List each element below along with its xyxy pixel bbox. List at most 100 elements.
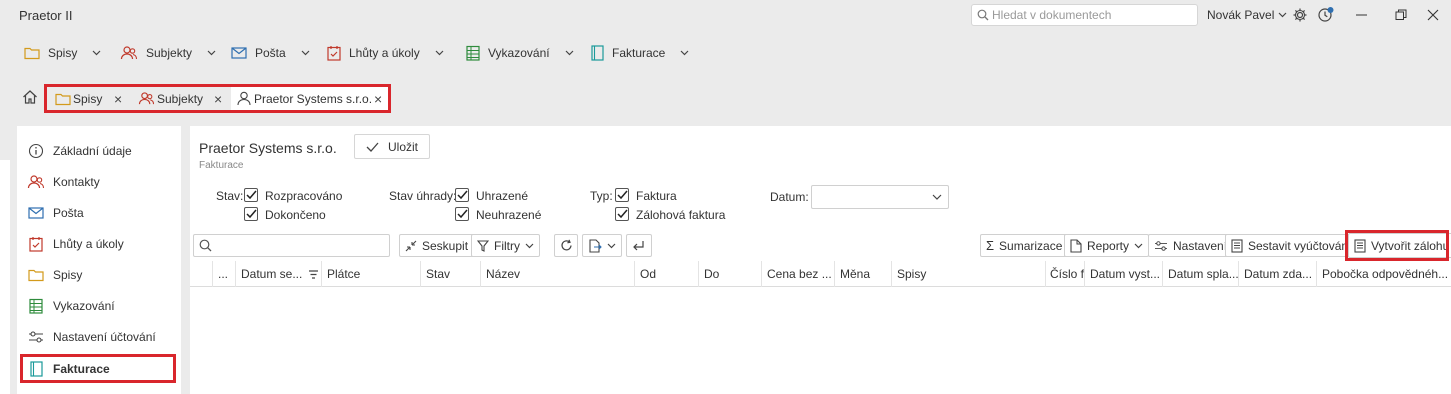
checkbox-faktura-label: Faktura: [636, 189, 677, 203]
sidebar-highlight-box: [20, 354, 176, 383]
filter-stav-label: Stav:: [216, 189, 244, 203]
menu-posta[interactable]: Pošta: [231, 42, 310, 64]
timesheet-icon: [466, 45, 480, 61]
calendar-check-icon: [27, 236, 45, 252]
timesheet-icon: [27, 298, 45, 314]
filters-button[interactable]: Filtry: [471, 234, 540, 257]
left-edge-panel: [0, 160, 10, 394]
info-icon: [27, 143, 45, 159]
sidebar-item-spisy[interactable]: Spisy: [27, 264, 82, 286]
build-billing-button[interactable]: Sestavit vyúčtování: [1225, 234, 1358, 257]
column-header-platce[interactable]: Plátce: [321, 261, 420, 287]
chevron-down-icon: [1134, 243, 1143, 249]
checkbox-rozpracovano[interactable]: [244, 188, 258, 202]
checkbox-zalohova-faktura-label: Zálohová faktura: [636, 208, 726, 222]
column-header-stav[interactable]: Stav: [420, 261, 480, 287]
calendar-check-icon: [327, 45, 341, 61]
restore-button[interactable]: [1388, 4, 1414, 26]
notifications-button[interactable]: [1313, 4, 1339, 26]
export-button[interactable]: [582, 234, 622, 257]
column-header-od[interactable]: Od: [634, 261, 698, 287]
enter-button[interactable]: [626, 234, 652, 257]
app-title: Praetor II: [19, 8, 73, 23]
people-icon: [120, 45, 138, 61]
chevron-down-icon: [435, 50, 444, 56]
column-header-pobocka[interactable]: Pobočka odpovědnéh...: [1316, 261, 1451, 287]
chevron-down-icon: [607, 243, 616, 249]
menu-fakturace[interactable]: Fakturace: [591, 42, 689, 64]
menu-lhuty-a-ukoly[interactable]: Lhůty a úkoly: [327, 42, 444, 64]
checkbox-dokonceno[interactable]: [244, 207, 258, 221]
gear-icon: [1292, 7, 1308, 23]
folder-icon: [24, 46, 40, 60]
settings-gear-button[interactable]: [1287, 4, 1313, 26]
user-menu[interactable]: Novák Pavel: [1207, 8, 1287, 22]
reports-button[interactable]: Reporty: [1064, 234, 1150, 257]
sidebar-item-lhuty-a-ukoly[interactable]: Lhůty a úkoly: [27, 233, 124, 255]
save-button[interactable]: Uložit: [354, 134, 430, 159]
notification-clock-icon: [1317, 6, 1335, 24]
summarize-button[interactable]: Σ Sumarizace: [980, 234, 1069, 257]
sidebar-item-zakladni-udaje[interactable]: Základní údaje: [27, 140, 132, 162]
invoice-icon: [591, 45, 604, 61]
sort-filter-icon[interactable]: [308, 269, 319, 279]
refresh-button[interactable]: [554, 234, 578, 257]
checkbox-zalohova-faktura[interactable]: [615, 207, 629, 221]
column-header-do[interactable]: Do: [698, 261, 761, 287]
restore-icon: [1395, 9, 1407, 21]
column-header-datum-vystaveni[interactable]: Datum vyst...: [1084, 261, 1162, 287]
checkbox-faktura[interactable]: [615, 188, 629, 202]
main-menu-bar: Spisy Subjekty Pošta Lhůty a úkoly Vykaz…: [0, 36, 1451, 68]
filter-icon: [477, 239, 489, 252]
sidebar-item-vykazovani[interactable]: Vykazování: [27, 295, 115, 317]
menu-subjekty[interactable]: Subjekty: [120, 42, 216, 64]
home-icon: [22, 89, 38, 105]
settings-button[interactable]: Nastavení: [1148, 234, 1234, 257]
close-window-button[interactable]: [1420, 4, 1446, 26]
document-search-box[interactable]: [971, 4, 1198, 26]
menu-spisy[interactable]: Spisy: [24, 42, 101, 64]
sliders-icon: [27, 330, 45, 344]
checkbox-uhrazene-label: Uhrazené: [476, 189, 529, 203]
column-header-more[interactable]: ...: [212, 261, 235, 287]
column-header-cislo-faktury[interactable]: Číslo fak...: [1045, 261, 1084, 287]
page-title: Praetor Systems s.r.o.: [199, 140, 337, 156]
column-header-cena-bez[interactable]: Cena bez ...: [761, 261, 834, 287]
return-arrow-icon: [632, 240, 645, 252]
column-header-mena[interactable]: Měna: [834, 261, 891, 287]
checkbox-dokonceno-label: Dokončeno: [265, 208, 326, 222]
sidebar-item-posta[interactable]: Pošta: [27, 202, 84, 224]
export-document-icon: [588, 238, 602, 253]
chevron-down-icon: [932, 194, 942, 200]
create-advance-highlight-box: [1345, 230, 1449, 261]
collapse-arrows-icon: [405, 240, 417, 252]
checkbox-uhrazene[interactable]: [455, 188, 469, 202]
sidebar-item-nastaveni-uctovani[interactable]: Nastavení účtování: [27, 326, 156, 348]
table-header: ... Datum se... Plátce Stav Název Od Do …: [190, 261, 1451, 287]
column-header-datum-zdanitelneho[interactable]: Datum zda...: [1238, 261, 1316, 287]
user-name: Novák Pavel: [1207, 8, 1275, 22]
chevron-down-icon: [525, 243, 534, 249]
minimize-button[interactable]: [1349, 4, 1375, 26]
filter-typ-label: Typ:: [590, 189, 613, 203]
page-subtitle: Fakturace: [199, 160, 244, 171]
close-icon: [1427, 9, 1439, 21]
grid-search-input[interactable]: [218, 238, 383, 254]
sidebar-item-kontakty[interactable]: Kontakty: [27, 171, 100, 193]
grid-search-box[interactable]: [193, 234, 390, 257]
filter-uhrada-label: Stav úhrady:: [389, 189, 457, 203]
column-header-datum-splatnosti[interactable]: Datum spla...: [1162, 261, 1238, 287]
checkbox-neuhrazene[interactable]: [455, 207, 469, 221]
chevron-down-icon: [92, 50, 101, 56]
document-search-input[interactable]: [992, 7, 1192, 23]
column-header-spisy[interactable]: Spisy: [891, 261, 1045, 287]
home-button[interactable]: [22, 89, 38, 105]
group-button[interactable]: Seskupit: [399, 234, 475, 257]
menu-vykazovani[interactable]: Vykazování: [466, 42, 574, 64]
chevron-down-icon: [565, 50, 574, 56]
column-header-datum-se[interactable]: Datum se...: [235, 261, 321, 287]
datum-select[interactable]: [811, 185, 949, 209]
column-header-nazev[interactable]: Název: [480, 261, 634, 287]
people-icon: [27, 174, 45, 190]
search-icon: [199, 239, 212, 252]
